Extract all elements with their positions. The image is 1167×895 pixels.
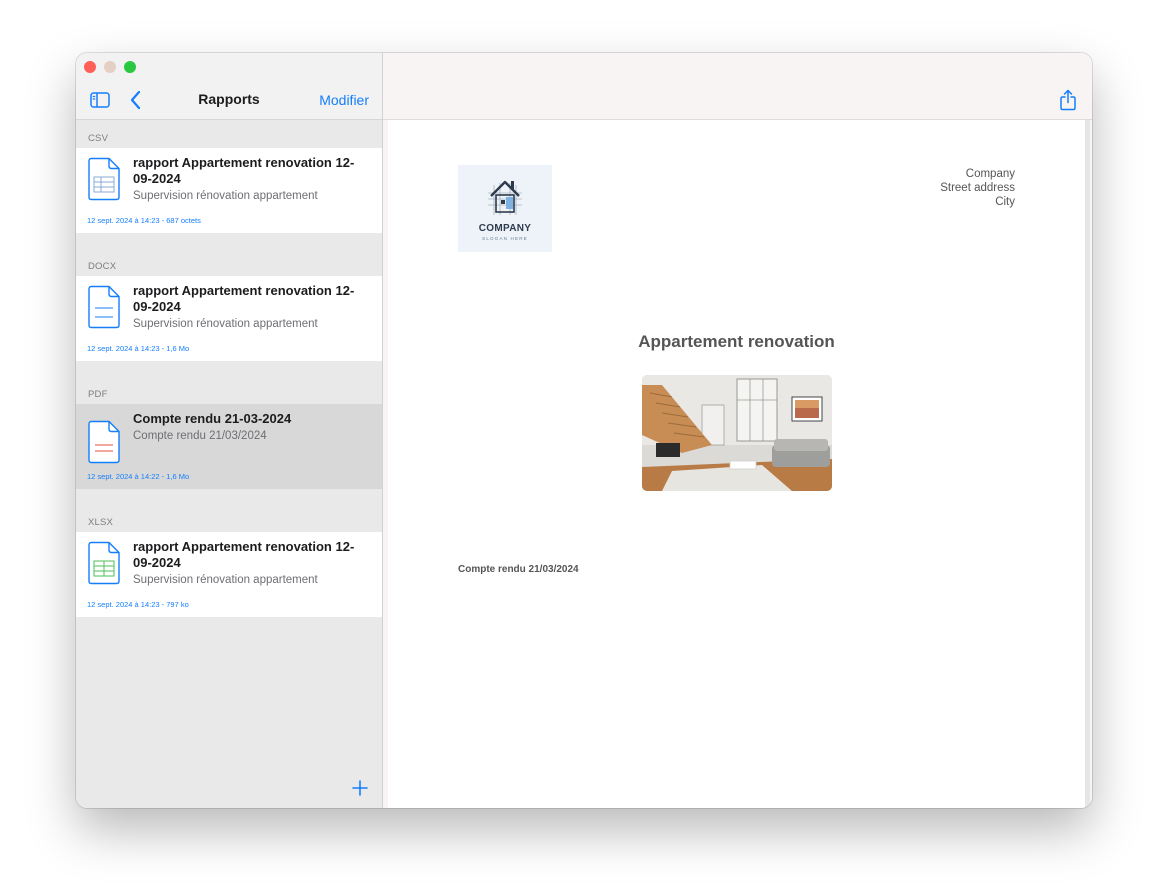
close-window-button[interactable] (84, 61, 96, 73)
document-preview: COMPANY SLOGAN HERE Company Street addre… (388, 120, 1086, 808)
item-meta: 12 sept. 2024 à 14:23 - 687 octets (87, 216, 201, 225)
address-line: Street address (940, 182, 1015, 194)
address-line: City (995, 196, 1015, 208)
company-logo: COMPANY SLOGAN HERE (458, 165, 552, 252)
docx-file-icon (88, 285, 120, 329)
item-title: rapport Appartement renovation 12-09-202… (133, 539, 355, 570)
xlsx-file-icon (88, 541, 120, 585)
app-window: Rapports Modifier CSV rapport Appartemen… (76, 53, 1092, 808)
edit-button[interactable]: Modifier (319, 92, 369, 108)
item-subtitle: Supervision rénovation appartement (133, 318, 318, 330)
logo-wordmark: COMPANY (478, 223, 532, 234)
item-title: rapport Appartement renovation 12-09-202… (133, 283, 355, 314)
add-report-plus-icon[interactable] (351, 779, 369, 797)
item-meta: 12 sept. 2024 à 14:23 - 797 ko (87, 600, 189, 609)
minimize-window-button[interactable] (104, 61, 116, 73)
pdf-file-icon (88, 420, 120, 464)
list-item[interactable]: rapport Appartement renovation 12-09-202… (76, 276, 382, 361)
detail-toolbar (383, 53, 1092, 120)
section-header-pdf: PDF (88, 389, 108, 400)
item-meta: 12 sept. 2024 à 14:23 - 1,6 Mo (87, 344, 190, 353)
csv-file-icon (88, 157, 120, 201)
sidebar-header: Rapports Modifier (76, 53, 382, 120)
section-header-csv: CSV (88, 133, 109, 144)
item-subtitle: Compte rendu 21/03/2024 (133, 430, 267, 442)
sidebar-toggle-icon[interactable] (90, 92, 110, 108)
detail-pane: COMPANY SLOGAN HERE Company Street addre… (383, 53, 1092, 808)
item-title: rapport Appartement renovation 12-09-202… (133, 155, 355, 186)
share-icon[interactable] (1059, 89, 1077, 111)
report-list: CSV rapport Appartement renovation 12-09… (76, 120, 382, 617)
item-meta: 12 sept. 2024 à 14:22 - 1,6 Mo (87, 472, 190, 481)
house-logo-icon (488, 180, 522, 215)
sidebar-title: Rapports (198, 91, 260, 107)
item-subtitle: Supervision rénovation appartement (133, 190, 318, 202)
company-address: Company Street address City (940, 167, 1015, 209)
zoom-window-button[interactable] (124, 61, 136, 73)
logo-slogan: SLOGAN HERE (482, 236, 528, 241)
back-chevron-icon[interactable] (129, 90, 143, 110)
item-title: Compte rendu 21-03-2024 (133, 411, 292, 426)
document-title: Appartement renovation (638, 332, 835, 351)
list-item[interactable]: rapport Appartement renovation 12-09-202… (76, 148, 382, 233)
section-header-docx: DOCX (88, 261, 117, 272)
document-scrollbar[interactable] (1085, 120, 1090, 808)
list-item-selected[interactable]: Compte rendu 21-03-2024 Compte rendu 21/… (76, 404, 382, 489)
list-item[interactable]: rapport Appartement renovation 12-09-202… (76, 532, 382, 617)
address-line: Company (965, 168, 1015, 180)
sidebar: Rapports Modifier CSV rapport Appartemen… (76, 53, 383, 808)
item-subtitle: Supervision rénovation appartement (133, 574, 318, 586)
document-note: Compte rendu 21/03/2024 (458, 564, 579, 575)
section-header-xlsx: XLSX (88, 517, 114, 528)
apartment-photo (642, 375, 832, 491)
